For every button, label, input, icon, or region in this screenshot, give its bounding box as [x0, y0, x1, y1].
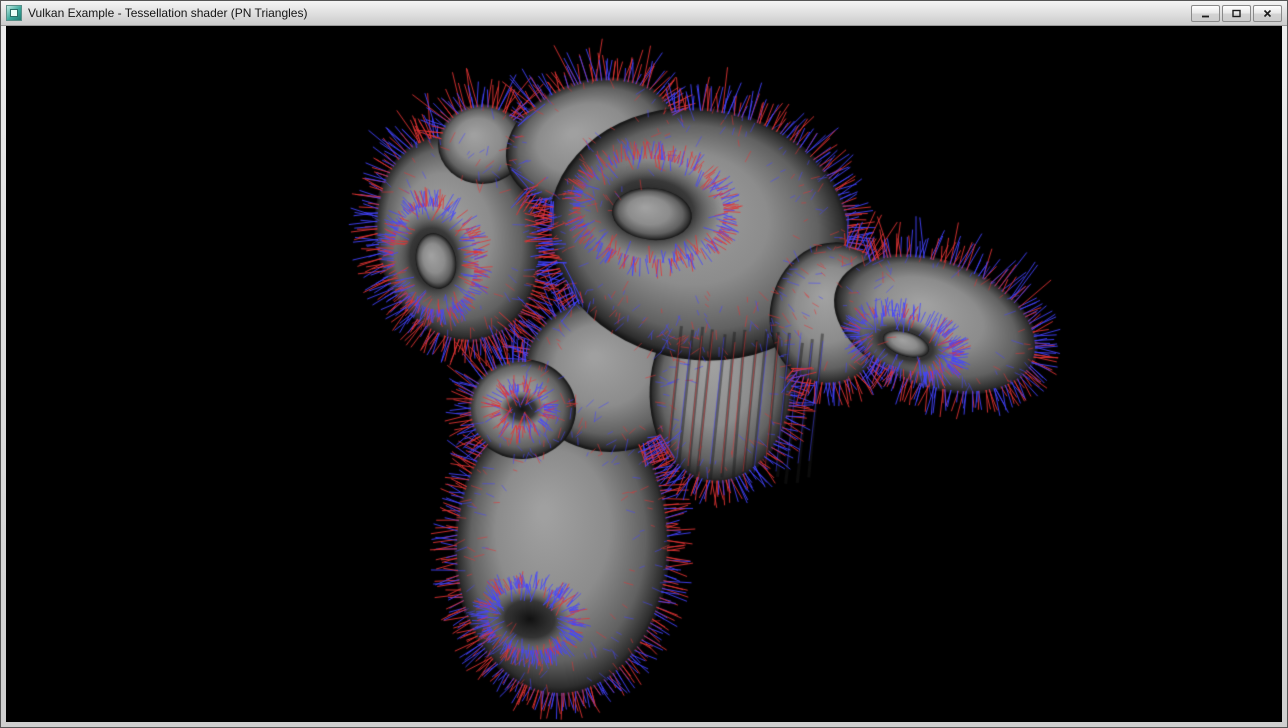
- window-frame: [1, 26, 1287, 727]
- window-title: Vulkan Example - Tessellation shader (PN…: [28, 6, 1185, 20]
- close-button[interactable]: [1253, 5, 1282, 22]
- window-controls: [1191, 5, 1282, 22]
- close-icon: [1262, 8, 1273, 19]
- render-viewport[interactable]: [6, 26, 1282, 722]
- app-icon-glyph: [10, 9, 18, 17]
- title-bar[interactable]: Vulkan Example - Tessellation shader (PN…: [1, 1, 1287, 26]
- minimize-icon: [1200, 8, 1211, 19]
- app-window: Vulkan Example - Tessellation shader (PN…: [0, 0, 1288, 728]
- minimize-button[interactable]: [1191, 5, 1220, 22]
- maximize-icon: [1231, 8, 1242, 19]
- maximize-button[interactable]: [1222, 5, 1251, 22]
- app-icon[interactable]: [6, 5, 22, 21]
